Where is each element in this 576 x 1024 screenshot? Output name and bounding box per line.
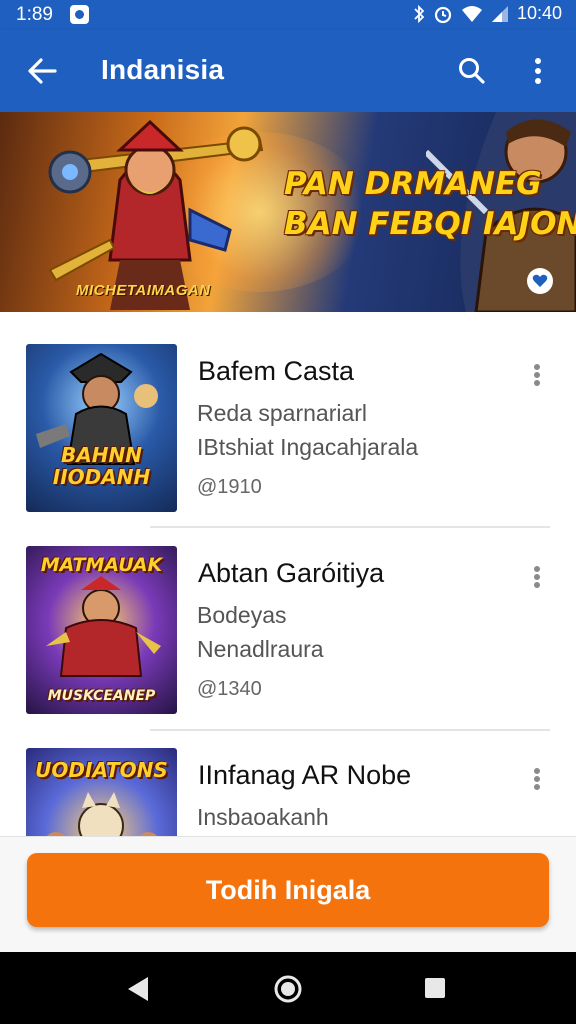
banner-headline-line2: BAN FEBQI IAJON bbox=[284, 206, 576, 242]
nav-back-icon[interactable] bbox=[126, 976, 150, 1002]
nav-home-icon[interactable] bbox=[273, 974, 303, 1004]
item-menu-dot bbox=[534, 574, 540, 580]
thumbnail-title: BAHNN IIODANH bbox=[26, 444, 177, 488]
item-menu-dot bbox=[534, 364, 540, 370]
list-item[interactable]: BAHNN IIODANH Bafem Casta Reda sparnaria… bbox=[0, 312, 576, 514]
list-item[interactable]: MATMAUAK MUSKCEANEP Abtan Garóitiya Bode… bbox=[0, 514, 576, 716]
game-description: IBtshiat Ingacahjarala bbox=[197, 434, 419, 460]
status-time-right: 10:40 bbox=[516, 3, 562, 23]
thumbnail-title-text: BAHNN IIODANH bbox=[52, 443, 151, 489]
thumbnail-title: MATMAUAK bbox=[40, 554, 163, 576]
app-bar: Indanisia bbox=[0, 30, 576, 112]
heart-icon bbox=[532, 274, 548, 287]
game-subtitle: Insbaoakanh bbox=[197, 804, 329, 830]
nav-recents-icon[interactable] bbox=[425, 978, 445, 998]
banner-headline: PAN DRMANEG BAN FEBQI IAJON bbox=[284, 164, 576, 244]
banner-headline-line1: PAN DRMANEG bbox=[284, 166, 542, 202]
game-subtitle: Bodeyas bbox=[197, 602, 287, 628]
item-menu-dot bbox=[534, 582, 540, 588]
game-thumbnail[interactable]: BAHNN IIODANH bbox=[26, 344, 177, 512]
overflow-menu-button[interactable] bbox=[520, 51, 556, 91]
thumbnail-title: UODIATONS bbox=[35, 758, 168, 782]
status-time-left: 1:89 bbox=[16, 4, 53, 25]
status-icons: 10:40 bbox=[413, 3, 562, 24]
alarm-icon bbox=[434, 6, 452, 23]
item-menu-dot bbox=[534, 768, 540, 774]
wifi-icon bbox=[461, 5, 482, 22]
signal-icon bbox=[491, 5, 508, 22]
more-vert-icon bbox=[535, 58, 541, 84]
game-description: Nenadlraura bbox=[197, 636, 324, 662]
page-title: Indanisia bbox=[101, 54, 225, 85]
item-menu-dot bbox=[534, 776, 540, 782]
featured-banner[interactable]: PAN DRMANEG BAN FEBQI IAJON MICHETAIMAGA… bbox=[0, 112, 576, 312]
banner-caption: MICHETAIMAGAN bbox=[76, 282, 211, 299]
item-menu-dot bbox=[534, 372, 540, 378]
favorite-button[interactable] bbox=[527, 268, 553, 294]
game-name: Bafem Casta bbox=[198, 356, 355, 386]
system-nav-bar bbox=[0, 952, 576, 1024]
status-bar: 1:89 10:40 bbox=[0, 0, 576, 30]
game-name: IInfanag AR Nobe bbox=[198, 760, 412, 790]
item-menu-dot bbox=[534, 380, 540, 386]
primary-action-button[interactable]: Todih Inigala bbox=[27, 853, 549, 927]
item-menu-button[interactable] bbox=[526, 562, 548, 592]
thumbnail-footer: MUSKCEANEP bbox=[47, 688, 156, 704]
arrow-back-icon bbox=[28, 58, 57, 84]
game-name: Abtan Garóitiya bbox=[198, 558, 385, 588]
back-button[interactable] bbox=[22, 51, 62, 91]
item-menu-button[interactable] bbox=[526, 764, 548, 794]
game-meta: @1340 bbox=[197, 678, 262, 700]
game-meta: @1910 bbox=[197, 476, 262, 498]
game-subtitle: Reda sparnariarl bbox=[197, 400, 368, 426]
item-menu-button[interactable] bbox=[526, 360, 548, 390]
notification-icon bbox=[70, 5, 89, 24]
search-icon bbox=[459, 58, 485, 84]
bluetooth-icon bbox=[414, 4, 425, 23]
game-thumbnail[interactable]: MATMAUAK MUSKCEANEP bbox=[26, 546, 177, 714]
search-button[interactable] bbox=[452, 51, 492, 91]
item-menu-dot bbox=[534, 566, 540, 572]
item-menu-dot bbox=[534, 784, 540, 790]
